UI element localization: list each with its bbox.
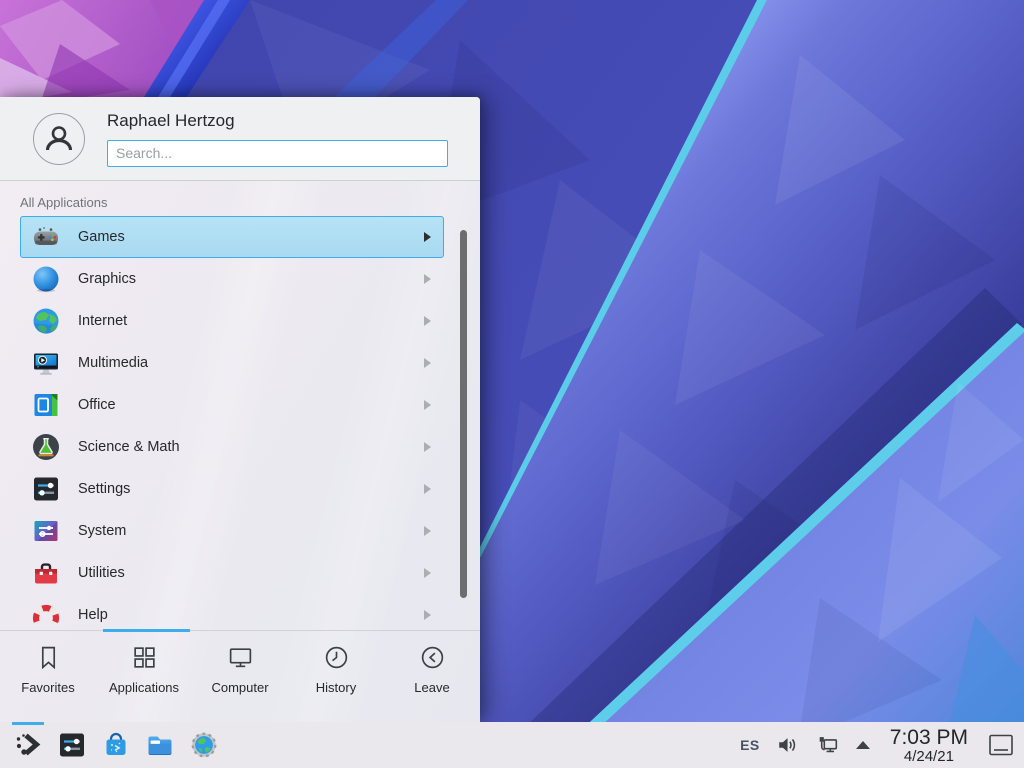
submenu-arrow-icon [424,358,431,368]
category-label: Science & Math [78,439,424,455]
office-icon [30,389,62,421]
discover-launcher[interactable] [94,722,138,768]
section-label: All Applications [20,195,480,210]
settings-icon [30,473,62,505]
web-browser-launcher[interactable] [182,722,226,768]
submenu-arrow-icon [424,274,431,284]
network-tray-icon[interactable] [810,722,846,768]
games-icon [30,221,62,253]
search-input[interactable] [107,140,448,167]
category-label: Help [78,607,424,623]
launcher-tab-bar: Favorites Applications Computer [0,630,480,722]
favorites-icon [35,644,62,671]
category-label: Graphics [78,271,424,287]
applications-icon [131,644,158,671]
history-icon [323,644,350,671]
system-settings-icon [56,729,88,761]
tab-leave[interactable]: Leave [384,644,480,722]
submenu-arrow-icon [424,610,431,620]
category-graphics[interactable]: Graphics [20,258,444,300]
kde-launcher-icon [12,729,44,761]
launcher-active-indicator [12,722,44,725]
application-launcher-button[interactable] [6,722,50,768]
caret-up-icon [856,741,870,749]
category-internet[interactable]: Internet [20,300,444,342]
tab-applications[interactable]: Applications [96,644,192,722]
category-label: Utilities [78,565,424,581]
category-label: Internet [78,313,424,329]
network-icon [816,733,840,757]
submenu-arrow-icon [424,442,431,452]
submenu-arrow-icon [424,484,431,494]
leave-icon [419,644,446,671]
clock-time: 7:03 PM [890,726,968,749]
category-settings[interactable]: Settings [20,468,444,510]
category-label: Office [78,397,424,413]
web-browser-icon [189,730,219,760]
computer-icon [227,644,254,671]
file-manager-launcher[interactable] [138,722,182,768]
tab-history[interactable]: History [288,644,384,722]
folder-icon [144,729,176,761]
digital-clock[interactable]: 7:03 PM 4/24/21 [880,722,978,768]
taskbar: ES 7:03 PM 4/24/21 [0,722,1024,768]
tab-computer[interactable]: Computer [192,644,288,722]
user-name: Raphael Hertzog [107,111,450,131]
volume-tray-icon[interactable] [770,722,806,768]
system-settings-launcher[interactable] [50,722,94,768]
tray-expand-button[interactable] [850,722,876,768]
submenu-arrow-icon [424,232,431,242]
category-science-math[interactable]: Science & Math [20,426,444,468]
submenu-arrow-icon [424,526,431,536]
person-icon [42,122,76,156]
submenu-arrow-icon [424,568,431,578]
submenu-arrow-icon [424,316,431,326]
tab-favorites[interactable]: Favorites [0,644,96,722]
system-tray: ES 7:03 PM 4/24/21 [734,722,1024,768]
show-desktop-icon [988,733,1014,757]
clock-date: 4/24/21 [904,749,954,765]
category-office[interactable]: Office [20,384,444,426]
scrollbar[interactable] [460,230,467,598]
category-system[interactable]: System [20,510,444,552]
discover-icon [100,729,132,761]
category-multimedia[interactable]: Multimedia [20,342,444,384]
category-label: Settings [78,481,424,497]
help-icon [30,599,62,624]
launcher-header: Raphael Hertzog [0,97,480,181]
speaker-icon [776,733,800,757]
user-avatar[interactable] [33,113,85,165]
utilities-icon [30,557,62,589]
keyboard-layout-indicator[interactable]: ES [734,722,766,768]
graphics-icon [30,263,62,295]
submenu-arrow-icon [424,400,431,410]
internet-icon [30,305,62,337]
category-utilities[interactable]: Utilities [20,552,444,594]
category-games[interactable]: Games [20,216,444,258]
application-launcher-popup: Raphael Hertzog All Applications [0,97,480,722]
category-label: Games [78,229,424,245]
active-tab-indicator [103,629,190,632]
category-help[interactable]: Help [20,594,444,624]
show-desktop-button[interactable] [986,730,1016,760]
category-label: System [78,523,424,539]
multimedia-icon [30,347,62,379]
system-icon [30,515,62,547]
category-label: Multimedia [78,355,424,371]
science-icon [30,431,62,463]
application-category-list: Games Graphics [0,216,480,624]
